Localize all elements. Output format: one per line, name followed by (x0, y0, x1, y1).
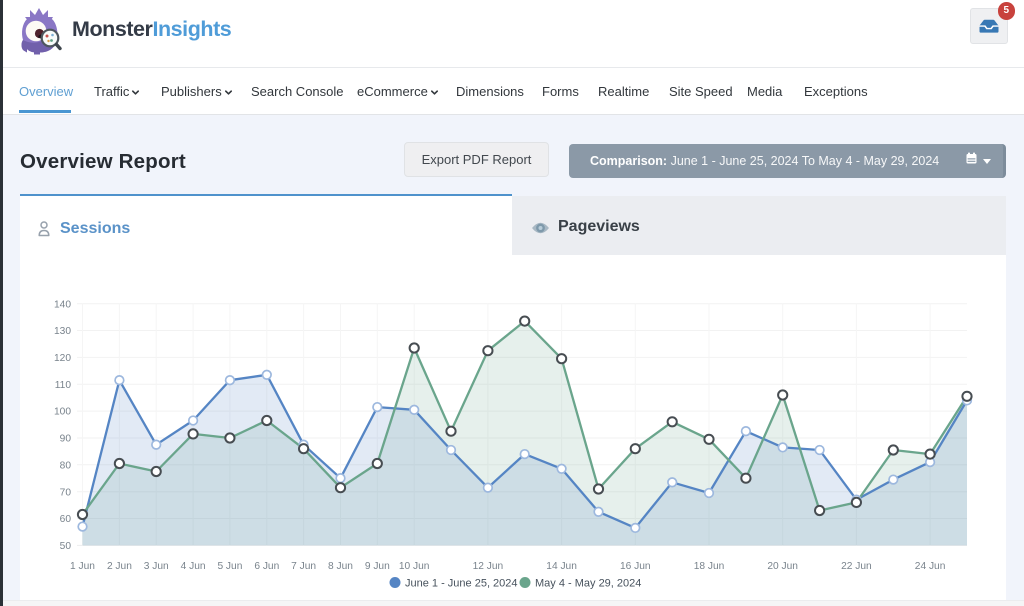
svg-text:70: 70 (60, 487, 72, 498)
svg-text:June 1 - June 25, 2024: June 1 - June 25, 2024 (405, 578, 518, 590)
svg-text:9 Jun: 9 Jun (365, 561, 390, 572)
svg-text:140: 140 (54, 299, 71, 310)
svg-text:18 Jun: 18 Jun (694, 561, 725, 572)
svg-text:60: 60 (60, 514, 72, 525)
svg-text:5 Jun: 5 Jun (217, 561, 242, 572)
svg-text:90: 90 (60, 434, 72, 445)
svg-text:110: 110 (55, 380, 72, 391)
svg-text:50: 50 (60, 541, 72, 552)
svg-text:120: 120 (54, 353, 71, 364)
svg-text:2 Jun: 2 Jun (107, 561, 132, 572)
svg-text:130: 130 (54, 326, 71, 337)
svg-text:24 Jun: 24 Jun (915, 561, 946, 572)
svg-text:14 Jun: 14 Jun (546, 561, 577, 572)
svg-text:3 Jun: 3 Jun (144, 561, 169, 572)
svg-text:7 Jun: 7 Jun (291, 561, 316, 572)
svg-text:22 Jun: 22 Jun (841, 561, 872, 572)
svg-text:100: 100 (54, 407, 71, 418)
svg-text:8 Jun: 8 Jun (328, 561, 353, 572)
svg-text:20 Jun: 20 Jun (767, 561, 798, 572)
svg-text:80: 80 (60, 460, 72, 471)
svg-text:16 Jun: 16 Jun (620, 561, 651, 572)
svg-text:6 Jun: 6 Jun (254, 561, 279, 572)
svg-text:4 Jun: 4 Jun (181, 561, 206, 572)
svg-text:1 Jun: 1 Jun (70, 561, 95, 572)
svg-text:May 4 - May 29, 2024: May 4 - May 29, 2024 (535, 578, 641, 590)
svg-text:10 Jun: 10 Jun (399, 561, 430, 572)
svg-text:12 Jun: 12 Jun (473, 561, 504, 572)
